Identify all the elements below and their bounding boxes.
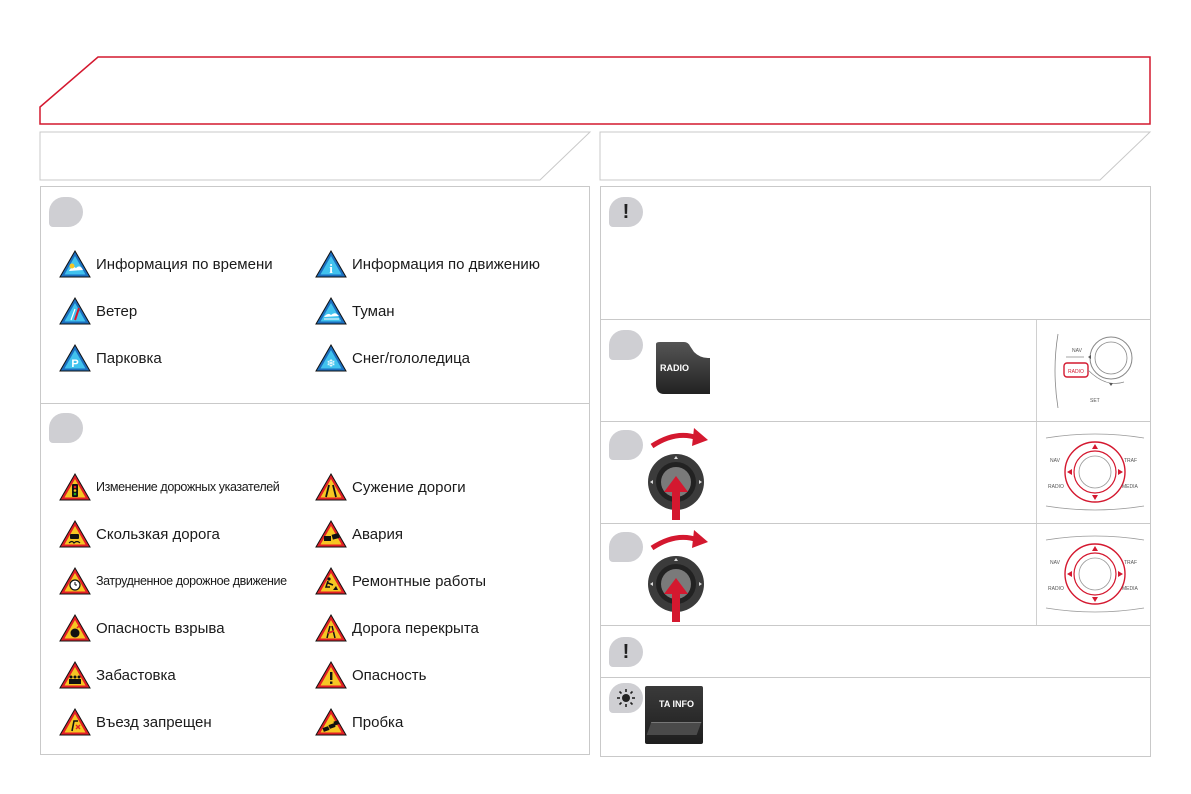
slippery-road-icon	[58, 519, 92, 549]
list-item: P Парковка	[58, 343, 162, 373]
rotary-panel-diagram-2: NAV TRAF RADIO MEDIA	[1045, 535, 1145, 613]
list-item-label: Опасность	[352, 666, 427, 684]
weather-info-icon	[58, 249, 92, 279]
list-item-label: Туман	[352, 302, 395, 320]
panel-nav-label: NAV	[1050, 458, 1061, 464]
list-item: Ремонтные работы	[314, 566, 486, 596]
list-item-label: Снег/гололедица	[352, 349, 471, 367]
panel-set-label: SET	[1090, 398, 1100, 404]
list-item: i Информация по движению	[314, 249, 540, 279]
explosion-icon	[58, 613, 92, 643]
alert-note-box-2: !	[600, 625, 1151, 678]
list-item-label: Затрудненное дорожное движение	[96, 574, 287, 588]
panel-radio-label: RADIO	[1048, 586, 1064, 592]
bullet-marker	[609, 683, 643, 713]
list-item-label: Изменение дорожных указателей	[96, 480, 280, 494]
list-item: Дорога перекрыта	[314, 613, 479, 643]
svg-text:P: P	[71, 358, 78, 370]
rotary-knob-turn-push-2[interactable]	[636, 526, 716, 626]
svg-text:❄: ❄	[326, 357, 335, 370]
panel-radio-label: RADIO	[1068, 369, 1084, 375]
bullet-marker	[609, 330, 643, 360]
rotary-panel-diagram-1: NAV TRAF RADIO MEDIA	[1045, 433, 1145, 511]
list-item-label: Ремонтные работы	[352, 572, 487, 590]
snow-ice-icon: ❄	[314, 343, 348, 373]
svg-text:i: i	[329, 261, 333, 276]
alert-icon: !	[609, 637, 643, 667]
ta-info-button[interactable]: TA INFO	[645, 686, 703, 744]
wind-icon	[58, 296, 92, 326]
radio-button[interactable]: RADIO	[654, 340, 712, 396]
traffic-jam-icon	[314, 707, 348, 737]
no-entry-icon	[58, 707, 92, 737]
strike-icon	[58, 660, 92, 690]
list-item-label: Пробка	[352, 713, 404, 731]
road-closed-icon	[314, 613, 348, 643]
list-item: Опасность	[314, 660, 426, 690]
traffic-info-icon: i	[314, 249, 348, 279]
radio-button-label: RADIO	[660, 363, 689, 373]
list-item-label: Парковка	[96, 349, 162, 367]
list-item: Въезд запрещен	[58, 707, 212, 737]
panel-media-label: MEDIA	[1122, 586, 1139, 592]
alert-icon: !	[609, 197, 643, 227]
list-item: Скользкая дорога	[58, 519, 220, 549]
list-item-label: Ветер	[96, 302, 138, 320]
list-item: Изменение дорожных указателей	[58, 472, 280, 502]
list-item-label: Опасность взрыва	[96, 619, 225, 637]
list-item: Ветер	[58, 296, 137, 326]
lightbulb-icon	[617, 689, 635, 707]
right-column-header	[599, 131, 1152, 181]
radio-panel-diagram: NAV RADIO SET	[1054, 333, 1133, 409]
panel-traf-label: TRAF	[1124, 458, 1137, 464]
panel-nav-label: NAV	[1072, 348, 1083, 354]
parking-icon: P	[58, 343, 92, 373]
danger-icon	[314, 660, 348, 690]
panel-radio-label: RADIO	[1048, 484, 1064, 490]
rotary-knob-turn-push-1[interactable]	[636, 424, 716, 524]
road-narrows-icon	[314, 472, 348, 502]
list-item: Забастовка	[58, 660, 176, 690]
list-item: Туман	[314, 296, 395, 326]
header-banner	[39, 56, 1151, 125]
list-item: Опасность взрыва	[58, 613, 225, 643]
alert-note-box: !	[600, 186, 1151, 320]
list-item: Пробка	[314, 707, 403, 737]
list-item: Сужение дороги	[314, 472, 466, 502]
list-item-label: Авария	[352, 525, 403, 543]
list-item: ❄ Снег/гололедица	[314, 343, 470, 373]
list-item: Информация по времени	[58, 249, 273, 279]
bullet-marker	[49, 413, 83, 443]
list-item: Авария	[314, 519, 403, 549]
traffic-light-warning-icon	[58, 472, 92, 502]
list-item-label: Забастовка	[96, 666, 176, 684]
congestion-icon	[58, 566, 92, 596]
ta-info-button-label: TA INFO	[659, 699, 694, 709]
list-item: Затрудненное дорожное движение	[58, 566, 287, 596]
list-item-label: Информация по движению	[352, 255, 541, 273]
fog-icon	[314, 296, 348, 326]
panel-traf-label: TRAF	[1124, 560, 1137, 566]
accident-icon	[314, 519, 348, 549]
panel-nav-label: NAV	[1050, 560, 1061, 566]
roadworks-icon	[314, 566, 348, 596]
bullet-marker	[49, 197, 83, 227]
panel-media-label: MEDIA	[1122, 484, 1139, 490]
list-item-label: Дорога перекрыта	[352, 619, 479, 637]
list-item-label: Информация по времени	[96, 255, 273, 273]
list-item-label: Сужение дороги	[352, 478, 466, 496]
list-item-label: Въезд запрещен	[96, 713, 212, 731]
left-column-header	[39, 131, 592, 181]
list-item-label: Скользкая дорога	[96, 525, 220, 543]
